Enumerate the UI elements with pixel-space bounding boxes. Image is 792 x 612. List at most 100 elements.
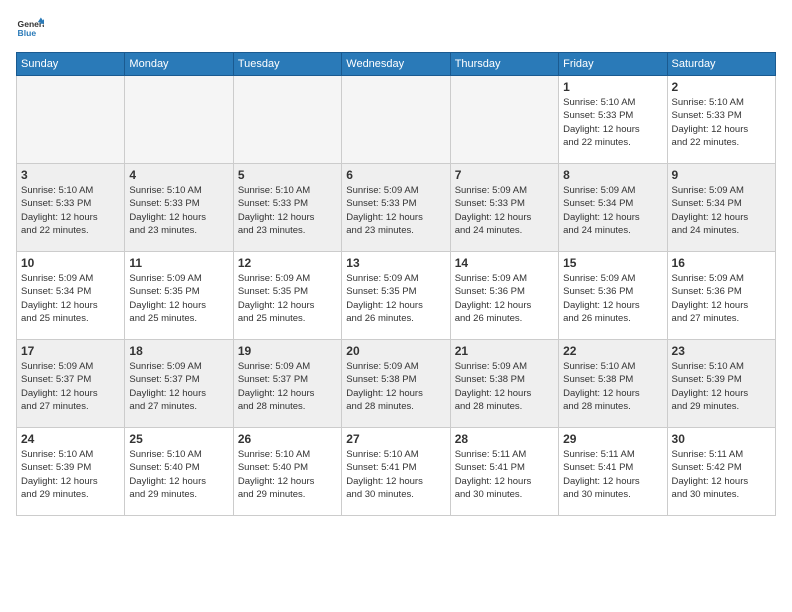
day-number: 4 bbox=[129, 168, 228, 182]
day-number: 27 bbox=[346, 432, 445, 446]
calendar-cell: 6 Sunrise: 5:09 AM Sunset: 5:33 PM Daylig… bbox=[342, 164, 450, 252]
day-number: 21 bbox=[455, 344, 554, 358]
calendar-week-row: 3 Sunrise: 5:10 AM Sunset: 5:33 PM Daylig… bbox=[17, 164, 776, 252]
logo-icon: General Blue bbox=[16, 16, 44, 44]
day-number: 26 bbox=[238, 432, 337, 446]
day-number: 29 bbox=[563, 432, 662, 446]
day-number: 18 bbox=[129, 344, 228, 358]
day-info: Sunrise: 5:09 AM Sunset: 5:34 PM Dayligh… bbox=[563, 184, 662, 237]
day-number: 12 bbox=[238, 256, 337, 270]
calendar-cell: 17 Sunrise: 5:09 AM Sunset: 5:37 PM Dayli… bbox=[17, 340, 125, 428]
day-number: 2 bbox=[672, 80, 771, 94]
day-info: Sunrise: 5:09 AM Sunset: 5:36 PM Dayligh… bbox=[455, 272, 554, 325]
day-info: Sunrise: 5:09 AM Sunset: 5:35 PM Dayligh… bbox=[346, 272, 445, 325]
calendar-cell: 23 Sunrise: 5:10 AM Sunset: 5:39 PM Dayli… bbox=[667, 340, 775, 428]
day-number: 25 bbox=[129, 432, 228, 446]
day-info: Sunrise: 5:10 AM Sunset: 5:40 PM Dayligh… bbox=[238, 448, 337, 501]
calendar-cell: 26 Sunrise: 5:10 AM Sunset: 5:40 PM Dayli… bbox=[233, 428, 341, 516]
day-info: Sunrise: 5:09 AM Sunset: 5:33 PM Dayligh… bbox=[455, 184, 554, 237]
day-info: Sunrise: 5:09 AM Sunset: 5:38 PM Dayligh… bbox=[346, 360, 445, 413]
calendar-cell bbox=[17, 76, 125, 164]
day-number: 30 bbox=[672, 432, 771, 446]
day-info: Sunrise: 5:10 AM Sunset: 5:40 PM Dayligh… bbox=[129, 448, 228, 501]
calendar-week-row: 24 Sunrise: 5:10 AM Sunset: 5:39 PM Dayli… bbox=[17, 428, 776, 516]
weekday-header-wednesday: Wednesday bbox=[342, 53, 450, 76]
day-number: 17 bbox=[21, 344, 120, 358]
day-number: 1 bbox=[563, 80, 662, 94]
day-number: 16 bbox=[672, 256, 771, 270]
calendar-cell: 9Sunrise: 5:09 AM Sunset: 5:34 PM Daylig… bbox=[667, 164, 775, 252]
day-info: Sunrise: 5:09 AM Sunset: 5:36 PM Dayligh… bbox=[672, 272, 771, 325]
day-info: Sunrise: 5:11 AM Sunset: 5:41 PM Dayligh… bbox=[455, 448, 554, 501]
day-info: Sunrise: 5:09 AM Sunset: 5:37 PM Dayligh… bbox=[129, 360, 228, 413]
day-number: 28 bbox=[455, 432, 554, 446]
day-info: Sunrise: 5:10 AM Sunset: 5:39 PM Dayligh… bbox=[672, 360, 771, 413]
weekday-header-thursday: Thursday bbox=[450, 53, 558, 76]
weekday-header-friday: Friday bbox=[559, 53, 667, 76]
day-number: 5 bbox=[238, 168, 337, 182]
day-info: Sunrise: 5:10 AM Sunset: 5:33 PM Dayligh… bbox=[129, 184, 228, 237]
calendar-cell: 7 Sunrise: 5:09 AM Sunset: 5:33 PM Daylig… bbox=[450, 164, 558, 252]
calendar-cell: 14Sunrise: 5:09 AM Sunset: 5:36 PM Dayli… bbox=[450, 252, 558, 340]
day-number: 24 bbox=[21, 432, 120, 446]
day-info: Sunrise: 5:09 AM Sunset: 5:37 PM Dayligh… bbox=[238, 360, 337, 413]
calendar-cell bbox=[125, 76, 233, 164]
calendar-week-row: 17 Sunrise: 5:09 AM Sunset: 5:37 PM Dayli… bbox=[17, 340, 776, 428]
day-number: 10 bbox=[21, 256, 120, 270]
calendar-cell: 30 Sunrise: 5:11 AM Sunset: 5:42 PM Dayli… bbox=[667, 428, 775, 516]
day-info: Sunrise: 5:09 AM Sunset: 5:33 PM Dayligh… bbox=[346, 184, 445, 237]
day-info: Sunrise: 5:09 AM Sunset: 5:37 PM Dayligh… bbox=[21, 360, 120, 413]
day-info: Sunrise: 5:10 AM Sunset: 5:33 PM Dayligh… bbox=[238, 184, 337, 237]
svg-text:Blue: Blue bbox=[18, 28, 37, 38]
day-info: Sunrise: 5:09 AM Sunset: 5:36 PM Dayligh… bbox=[563, 272, 662, 325]
day-info: Sunrise: 5:10 AM Sunset: 5:39 PM Dayligh… bbox=[21, 448, 120, 501]
logo: General Blue bbox=[16, 16, 48, 44]
weekday-header-tuesday: Tuesday bbox=[233, 53, 341, 76]
calendar-cell: 29Sunrise: 5:11 AM Sunset: 5:41 PM Dayli… bbox=[559, 428, 667, 516]
calendar-cell: 19Sunrise: 5:09 AM Sunset: 5:37 PM Dayli… bbox=[233, 340, 341, 428]
day-info: Sunrise: 5:09 AM Sunset: 5:35 PM Dayligh… bbox=[238, 272, 337, 325]
calendar-week-row: 1 Sunrise: 5:10 AM Sunset: 5:33 PM Daylig… bbox=[17, 76, 776, 164]
day-number: 7 bbox=[455, 168, 554, 182]
day-number: 23 bbox=[672, 344, 771, 358]
page-header: General Blue bbox=[16, 16, 776, 44]
calendar-week-row: 10 Sunrise: 5:09 AM Sunset: 5:34 PM Dayli… bbox=[17, 252, 776, 340]
calendar-cell: 13 Sunrise: 5:09 AM Sunset: 5:35 PM Dayli… bbox=[342, 252, 450, 340]
calendar-cell bbox=[233, 76, 341, 164]
day-number: 11 bbox=[129, 256, 228, 270]
calendar-cell: 16 Sunrise: 5:09 AM Sunset: 5:36 PM Dayli… bbox=[667, 252, 775, 340]
day-info: Sunrise: 5:10 AM Sunset: 5:41 PM Dayligh… bbox=[346, 448, 445, 501]
day-info: Sunrise: 5:09 AM Sunset: 5:38 PM Dayligh… bbox=[455, 360, 554, 413]
calendar-cell: 8 Sunrise: 5:09 AM Sunset: 5:34 PM Daylig… bbox=[559, 164, 667, 252]
calendar-cell: 18 Sunrise: 5:09 AM Sunset: 5:37 PM Dayli… bbox=[125, 340, 233, 428]
calendar-cell: 5 Sunrise: 5:10 AM Sunset: 5:33 PM Daylig… bbox=[233, 164, 341, 252]
day-number: 22 bbox=[563, 344, 662, 358]
calendar-cell: 28 Sunrise: 5:11 AM Sunset: 5:41 PM Dayli… bbox=[450, 428, 558, 516]
calendar-cell: 15 Sunrise: 5:09 AM Sunset: 5:36 PM Dayli… bbox=[559, 252, 667, 340]
day-info: Sunrise: 5:09 AM Sunset: 5:34 PM Dayligh… bbox=[21, 272, 120, 325]
day-number: 9 bbox=[672, 168, 771, 182]
day-number: 6 bbox=[346, 168, 445, 182]
day-info: Sunrise: 5:10 AM Sunset: 5:33 PM Dayligh… bbox=[672, 96, 771, 149]
day-number: 3 bbox=[21, 168, 120, 182]
calendar-cell: 10 Sunrise: 5:09 AM Sunset: 5:34 PM Dayli… bbox=[17, 252, 125, 340]
day-info: Sunrise: 5:10 AM Sunset: 5:33 PM Dayligh… bbox=[563, 96, 662, 149]
calendar-cell: 27 Sunrise: 5:10 AM Sunset: 5:41 PM Dayli… bbox=[342, 428, 450, 516]
day-info: Sunrise: 5:10 AM Sunset: 5:38 PM Dayligh… bbox=[563, 360, 662, 413]
day-info: Sunrise: 5:10 AM Sunset: 5:33 PM Dayligh… bbox=[21, 184, 120, 237]
calendar-cell: 21 Sunrise: 5:09 AM Sunset: 5:38 PM Dayli… bbox=[450, 340, 558, 428]
calendar-body: 1 Sunrise: 5:10 AM Sunset: 5:33 PM Daylig… bbox=[17, 76, 776, 516]
weekday-header-saturday: Saturday bbox=[667, 53, 775, 76]
calendar-cell: 4 Sunrise: 5:10 AM Sunset: 5:33 PM Daylig… bbox=[125, 164, 233, 252]
calendar-header-row: SundayMondayTuesdayWednesdayThursdayFrid… bbox=[17, 53, 776, 76]
day-number: 8 bbox=[563, 168, 662, 182]
day-number: 15 bbox=[563, 256, 662, 270]
day-info: Sunrise: 5:11 AM Sunset: 5:42 PM Dayligh… bbox=[672, 448, 771, 501]
calendar-cell bbox=[342, 76, 450, 164]
calendar-table: SundayMondayTuesdayWednesdayThursdayFrid… bbox=[16, 52, 776, 516]
weekday-header-sunday: Sunday bbox=[17, 53, 125, 76]
calendar-cell: 1 Sunrise: 5:10 AM Sunset: 5:33 PM Daylig… bbox=[559, 76, 667, 164]
calendar-cell: 25 Sunrise: 5:10 AM Sunset: 5:40 PM Dayli… bbox=[125, 428, 233, 516]
day-number: 13 bbox=[346, 256, 445, 270]
calendar-cell: 11Sunrise: 5:09 AM Sunset: 5:35 PM Dayli… bbox=[125, 252, 233, 340]
